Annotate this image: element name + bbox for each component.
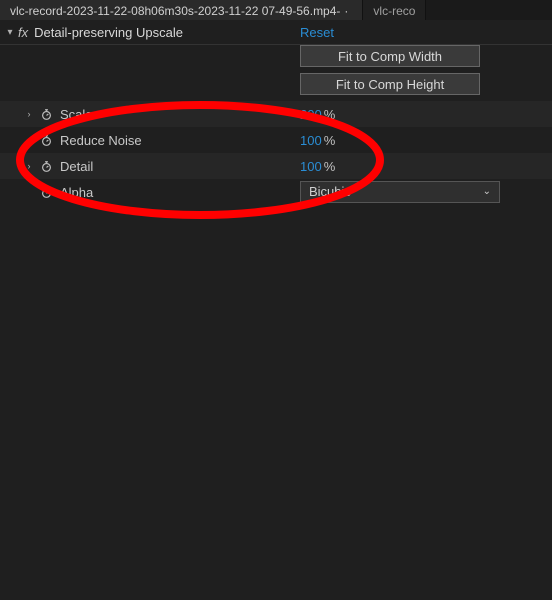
prop-reduce-noise: › Reduce Noise 100 % [0, 127, 552, 153]
alpha-select[interactable]: Bicubic ⌄ [300, 181, 500, 203]
fit-to-comp-height-button[interactable]: Fit to Comp Height [300, 73, 480, 95]
detail-label: Detail [60, 159, 93, 174]
tab-active-label: vlc-record-2023-11-22-08h06m30s-2023-11-… [10, 4, 340, 18]
chevron-down-icon[interactable]: ▾ [4, 27, 16, 38]
fit-height-row: Fit to Comp Height [0, 73, 552, 101]
scale-unit: % [324, 107, 336, 122]
fit-to-comp-width-button[interactable]: Fit to Comp Width [300, 45, 480, 67]
prop-scale: › Scale 200 % [0, 101, 552, 127]
tab-separator: · [344, 4, 348, 18]
detail-value[interactable]: 100 [300, 159, 322, 174]
fit-width-row: Fit to Comp Width [0, 45, 552, 73]
chevron-down-icon: ⌄ [483, 181, 491, 203]
prop-alpha: › Alpha Bicubic ⌄ [0, 179, 552, 205]
reset-link[interactable]: Reset [300, 25, 334, 40]
chevron-right-icon[interactable]: › [24, 135, 34, 145]
reduce-noise-label: Reduce Noise [60, 133, 142, 148]
fx-icon[interactable]: fx [18, 25, 28, 40]
alpha-label: Alpha [60, 185, 93, 200]
scale-label: Scale [60, 107, 93, 122]
chevron-right-icon[interactable]: › [24, 109, 34, 119]
scale-value[interactable]: 200 [300, 107, 322, 122]
detail-unit: % [324, 159, 336, 174]
tab-active[interactable]: vlc-record-2023-11-22-08h06m30s-2023-11-… [0, 0, 363, 20]
prop-detail: › Detail 100 % [0, 153, 552, 179]
tab-bar: vlc-record-2023-11-22-08h06m30s-2023-11-… [0, 0, 552, 20]
reduce-noise-value[interactable]: 100 [300, 133, 322, 148]
stopwatch-icon[interactable] [38, 132, 54, 148]
reduce-noise-unit: % [324, 133, 336, 148]
stopwatch-icon[interactable] [38, 158, 54, 174]
chevron-right-icon[interactable]: › [24, 161, 34, 171]
stopwatch-icon[interactable] [38, 184, 54, 200]
stopwatch-icon[interactable] [38, 106, 54, 122]
alpha-select-value: Bicubic [309, 181, 351, 203]
effect-header: ▾ fx Detail-preserving Upscale Reset [0, 20, 552, 45]
effect-name: Detail-preserving Upscale [34, 25, 183, 40]
tab-inactive[interactable]: vlc-reco [363, 0, 426, 20]
tab-inactive-label: vlc-reco [373, 4, 415, 18]
